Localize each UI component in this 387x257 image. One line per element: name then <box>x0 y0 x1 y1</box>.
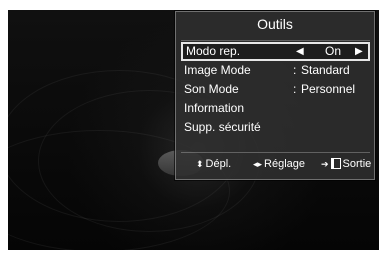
help-exit-label: Sortie <box>342 158 372 170</box>
tools-menu-panel: Outils Modo rep. ◀ On ▶ Image Mode : Sta… <box>175 11 375 180</box>
menu-item-repeat-mode[interactable]: Modo rep. ◀ On ▶ <box>181 42 370 61</box>
exit-icon: ➔ <box>321 159 329 169</box>
menu-footer-help: ⬍ Dépl. ◂▸ Réglage ➔ Sortie <box>181 152 371 175</box>
menu-item-information[interactable]: Information <box>181 99 370 118</box>
arrow-right-icon[interactable]: ▶ <box>355 44 363 59</box>
help-adjust-label: Réglage <box>264 158 306 170</box>
menu-item-label: Image Mode <box>184 63 251 77</box>
updown-arrow-icon: ⬍ <box>196 159 204 169</box>
menu-item-separator: : <box>293 82 297 96</box>
help-adjust: ◂▸ Réglage <box>253 153 305 175</box>
help-move-row: ⬍ Dépl. <box>196 153 231 175</box>
help-move-label: Dépl. <box>205 158 232 170</box>
menu-item-value: Standard <box>301 63 350 77</box>
menu-item-value: Personnel <box>301 82 356 96</box>
menu-item-image-mode[interactable]: Image Mode : Standard <box>181 61 370 80</box>
menu-title: Outils <box>257 16 293 32</box>
menu-item-label: Supp. sécurité <box>184 120 261 134</box>
menu-item-label: Son Mode <box>184 82 239 96</box>
menu-item-separator: : <box>293 63 297 77</box>
menu-item-sound-mode[interactable]: Son Mode : Personnel <box>181 80 370 99</box>
arrow-left-icon[interactable]: ◀ <box>296 44 304 59</box>
menu-item-value: On <box>324 44 341 58</box>
help-exit: ➔ Sortie <box>321 153 371 175</box>
menu-item-label: Information <box>184 101 245 115</box>
leftright-arrow-icon: ◂▸ <box>253 159 263 169</box>
tools-menu-list: Modo rep. ◀ On ▶ Image Mode : Standard S… <box>181 40 370 137</box>
door-icon <box>330 157 341 169</box>
menu-item-label: Modo rep. <box>186 44 241 58</box>
menu-item-security-delete[interactable]: Supp. sécurité <box>181 118 370 137</box>
